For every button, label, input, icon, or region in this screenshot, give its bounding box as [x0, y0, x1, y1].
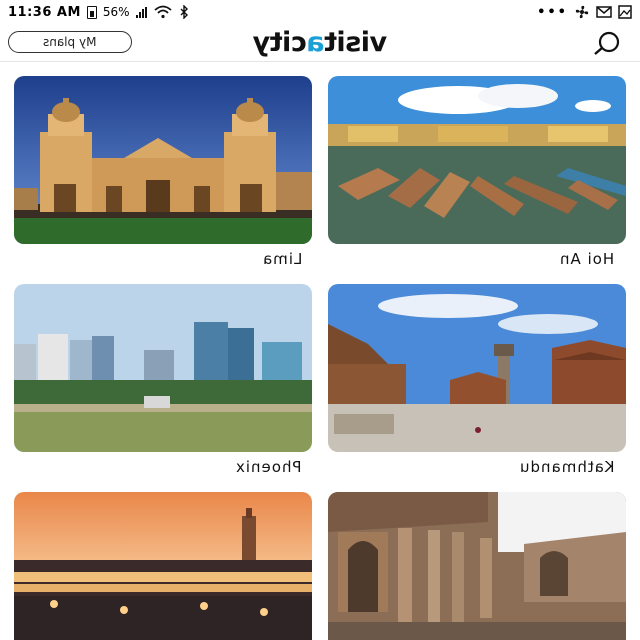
city-name-lima: Lima	[261, 250, 302, 268]
search-icon[interactable]	[586, 30, 626, 56]
visitacity-logo: visitacity	[252, 26, 388, 58]
city-grid: Lima Hoi An Phoenix Kathmandu	[0, 62, 640, 640]
phoenix-skyline-image	[14, 284, 312, 452]
city-name-hoi-an: Hoi An	[558, 250, 614, 268]
status-left: 11:36 AM 56%	[8, 5, 189, 20]
fan-icon	[575, 5, 589, 19]
battery-icon	[86, 5, 97, 19]
signal-icon	[135, 6, 147, 18]
wifi-icon	[153, 5, 172, 19]
bluetooth-icon	[180, 5, 188, 19]
city-name-kathmandu: Kathmandu	[518, 458, 615, 476]
roman-ruins-image	[328, 492, 626, 640]
hoi-an-boats-image	[328, 76, 626, 244]
status-bar: 11:36 AM 56% •••	[0, 0, 640, 24]
image-icon	[618, 5, 632, 19]
overflow-dots-icon: •••	[537, 4, 568, 20]
battery-percent: 56%	[102, 5, 130, 19]
marrakech-square-image	[14, 492, 312, 640]
city-name-phoenix: Phoenix	[235, 458, 302, 476]
status-time: 11:36 AM	[8, 4, 81, 20]
kathmandu-durbar-image	[328, 284, 626, 452]
status-right: •••	[537, 4, 632, 20]
lima-cathedral-image	[14, 76, 312, 244]
my-plans-label: My plans	[43, 35, 97, 49]
app-header: My plans visitacity	[0, 24, 640, 62]
gmail-icon	[596, 6, 612, 18]
my-plans-button[interactable]: My plans	[8, 31, 132, 53]
